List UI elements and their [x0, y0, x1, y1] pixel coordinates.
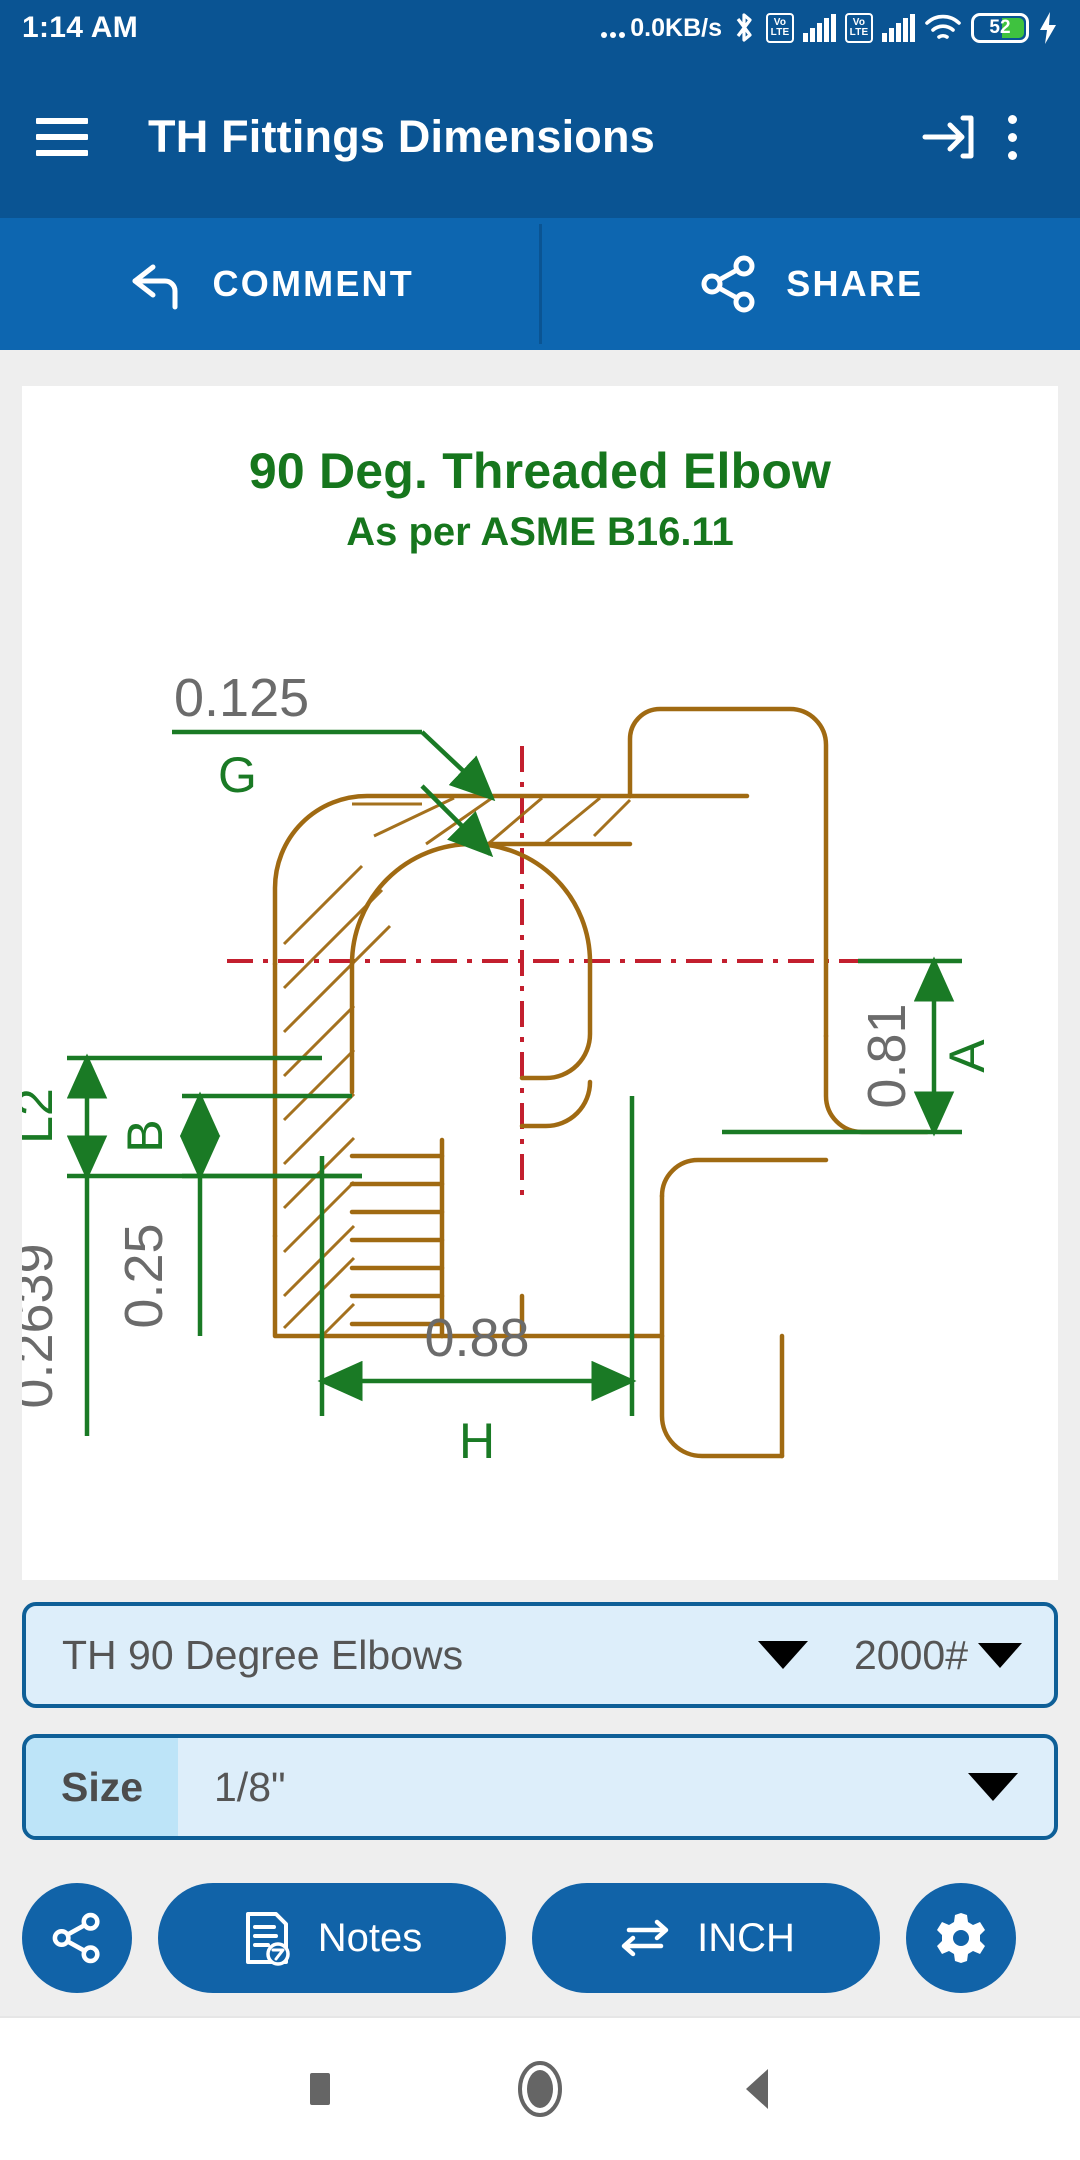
login-arrow-icon[interactable] [916, 105, 980, 169]
share-button-fab[interactable] [22, 1883, 132, 1993]
swap-arrows-icon [621, 1919, 669, 1957]
share-icon [52, 1912, 100, 1964]
drawing-card: 90 Deg. Threaded Elbow As per ASME B16.1… [4, 386, 1058, 1580]
dimension-symbol-a: A [939, 1039, 995, 1073]
chevron-down-icon[interactable] [978, 1642, 1022, 1668]
battery-percent: 52 [989, 17, 1011, 38]
leader-g-arrow1 [420, 730, 496, 802]
share-button[interactable]: SHARE [542, 218, 1080, 350]
size-value[interactable]: 1/8" [178, 1764, 968, 1811]
hamburger-icon[interactable] [36, 118, 88, 156]
fitting-type-value[interactable]: TH 90 Degree Elbows [26, 1632, 758, 1679]
drawing-title: 90 Deg. Threaded Elbow [248, 443, 832, 499]
bluetooth-icon [736, 13, 752, 42]
unit-label: INCH [697, 1915, 795, 1960]
notes-document-icon [245, 1912, 290, 1966]
status-time: 1:14 AM [22, 11, 139, 44]
charging-bolt-icon [1040, 12, 1056, 44]
fitting-drawing: 0.125 G 0.81 A L2 0.2639 B 0.25 0.88 H [4, 536, 1058, 1566]
dimension-value-g: 0.125 [174, 668, 309, 728]
unit-toggle-button[interactable]: INCH [532, 1883, 880, 1993]
circle-home-icon[interactable] [430, 2058, 650, 2120]
share-label: SHARE [786, 263, 924, 304]
phone-screen: 1:14 AM 0.0KB/s Vo LTE Vo LTE 52 TH Fitt… [0, 0, 1080, 2160]
signal-icon [803, 14, 836, 42]
comment-button[interactable]: COMMENT [0, 218, 539, 350]
volte-icon: Vo LTE [766, 13, 794, 43]
dimension-value-a: 0.81 [857, 1003, 917, 1108]
status-icons: 0.0KB/s Vo LTE Vo LTE 52 [601, 11, 1058, 45]
dimension-value-h: 0.88 [424, 1308, 529, 1368]
kebab-menu-icon[interactable] [980, 105, 1044, 169]
chevron-down-icon[interactable] [757, 1641, 808, 1669]
status-bar: 1:14 AM 0.0KB/s Vo LTE Vo LTE 52 [0, 0, 1080, 56]
dimension-symbol-g: G [218, 747, 257, 803]
volte-icon: Vo LTE [845, 13, 873, 43]
dimension-symbol-b: B [117, 1119, 173, 1152]
gear-icon [937, 1913, 985, 1963]
comment-label: COMMENT [212, 263, 414, 304]
square-recents-icon[interactable] [210, 2065, 430, 2113]
app-bar: TH Fittings Dimensions [0, 56, 1080, 218]
ellipsis-icon [601, 31, 626, 43]
size-label: Size [26, 1738, 178, 1836]
bottom-action-row: Notes INCH [0, 1872, 1080, 2004]
signal-icon [882, 14, 915, 42]
wifi-icon [925, 14, 961, 39]
action-bar: COMMENT SHARE [0, 218, 1080, 350]
dimension-symbol-h: H [459, 1413, 495, 1469]
notes-button[interactable]: Notes [158, 1883, 506, 1993]
rating-value[interactable]: 2000# [854, 1632, 968, 1679]
dimension-value-l2: 0.2639 [22, 1243, 64, 1408]
share-icon [701, 255, 755, 313]
fitting-type-row[interactable]: TH 90 Degree Elbows 2000# [22, 1602, 1058, 1708]
notes-label: Notes [317, 1915, 423, 1960]
dimension-value-b: 0.25 [114, 1223, 174, 1328]
chevron-down-icon[interactable] [968, 1773, 1018, 1801]
settings-button[interactable] [906, 1883, 1016, 1993]
battery-icon: 52 [971, 13, 1029, 43]
size-row[interactable]: Size 1/8" [22, 1734, 1058, 1840]
page-title: TH Fittings Dimensions [148, 111, 655, 162]
android-nav-bar [0, 2016, 1080, 2160]
dimension-symbol-l2: L2 [22, 1088, 63, 1144]
network-speed-value: 0.0KB/s [630, 13, 722, 42]
triangle-back-icon[interactable] [650, 2063, 870, 2115]
reply-arrow-icon [132, 264, 178, 310]
network-speed: 0.0KB/s [601, 14, 722, 43]
